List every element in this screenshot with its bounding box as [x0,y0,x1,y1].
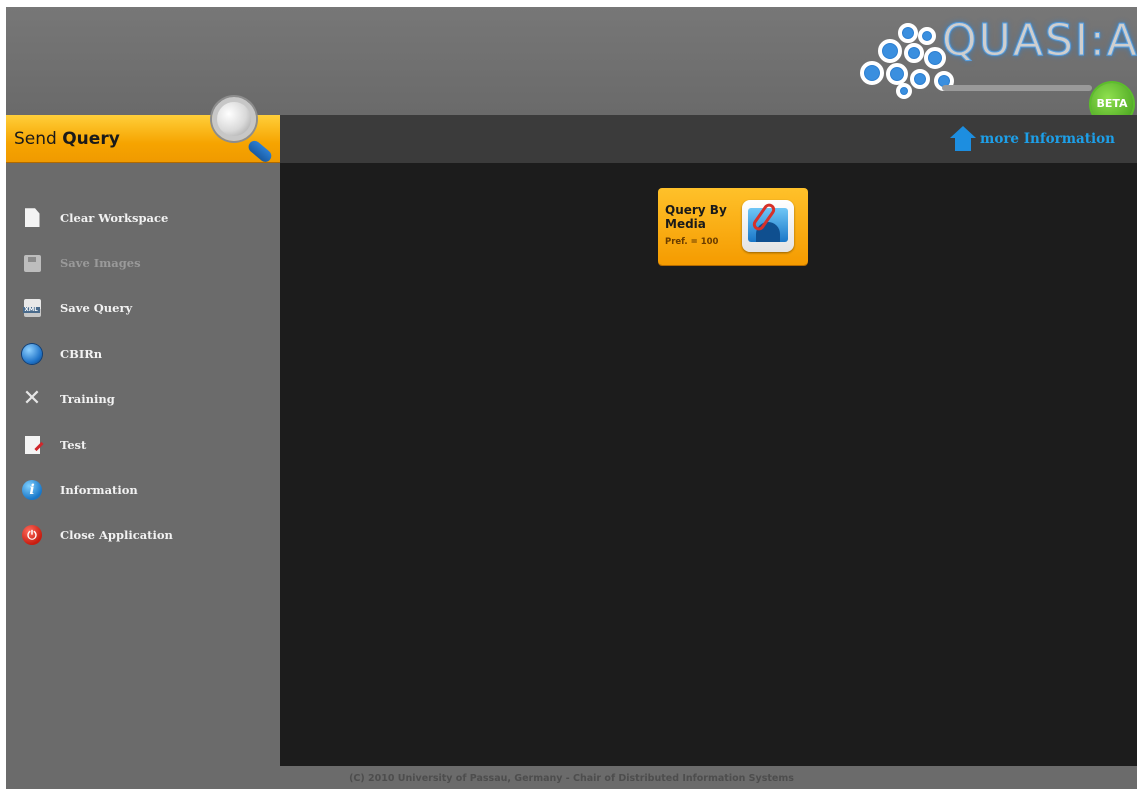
info-icon: i [22,480,42,501]
paperclip-media-icon [742,200,794,252]
tile-preference: Pref. = 100 [665,237,719,247]
top-bar: more Information [280,115,1137,163]
logo-rings-icon [860,23,955,99]
sidebar-item-label: Information [60,483,138,498]
home-icon [950,126,977,152]
app-window: QUASI:A BETA Send Query Clear Workspace … [6,7,1137,789]
sidebar-item-save-images[interactable]: Save Images [6,240,280,285]
power-icon: ⏻ [22,525,42,546]
footer: (C) 2010 University of Passau, Germany -… [6,766,1137,789]
copyright-text: (C) 2010 University of Passau, Germany -… [349,773,794,784]
sidebar: Send Query Clear Workspace Save Images X… [6,97,280,766]
magnifier-icon [212,97,282,165]
sidebar-item-training[interactable]: ✕ Training [6,377,280,422]
floppy-icon [22,253,42,273]
sidebar-item-information[interactable]: i Information [6,467,280,512]
xml-file-icon: XML [22,298,42,318]
sidebar-item-label: Save Images [60,256,141,271]
sidebar-item-label: Test [60,437,87,452]
send-query-label-prefix: Send [14,129,63,149]
globe-icon [22,343,42,364]
app-header: QUASI:A BETA [6,7,1137,125]
more-information-link[interactable]: more Information [950,125,1115,153]
quasia-logo: QUASI:A BETA [852,13,1137,125]
sidebar-item-label: Clear Workspace [60,210,169,225]
more-information-label: more Information [980,131,1115,147]
sidebar-item-label: Save Query [60,301,133,316]
sidebar-item-save-query[interactable]: XML Save Query [6,286,280,331]
sidebar-item-label: Close Application [60,528,173,543]
tools-icon: ✕ [22,386,42,412]
send-query-label-bold: Query [62,129,120,149]
query-by-media-tile[interactable]: Query By Media Pref. = 100 [658,188,808,265]
sidebar-item-test[interactable]: Test [6,422,280,467]
sidebar-item-label: CBIRn [60,346,103,361]
sidebar-item-label: Training [60,392,115,407]
workspace[interactable]: Query By Media Pref. = 100 [280,163,1137,766]
sidebar-menu: Clear Workspace Save Images XML Save Que… [6,195,280,558]
sidebar-item-close-application[interactable]: ⏻ Close Application [6,513,280,558]
test-sheet-icon [22,435,42,455]
tile-title: Query By Media [665,203,727,231]
sidebar-item-clear-workspace[interactable]: Clear Workspace [6,195,280,240]
document-icon [22,208,42,228]
sidebar-item-cbirn[interactable]: CBIRn [6,331,280,376]
logo-underline [942,85,1092,91]
send-query-button[interactable]: Send Query [6,97,280,165]
logo-text: QUASI:A [942,15,1137,67]
send-query-label: Send Query [14,129,120,149]
